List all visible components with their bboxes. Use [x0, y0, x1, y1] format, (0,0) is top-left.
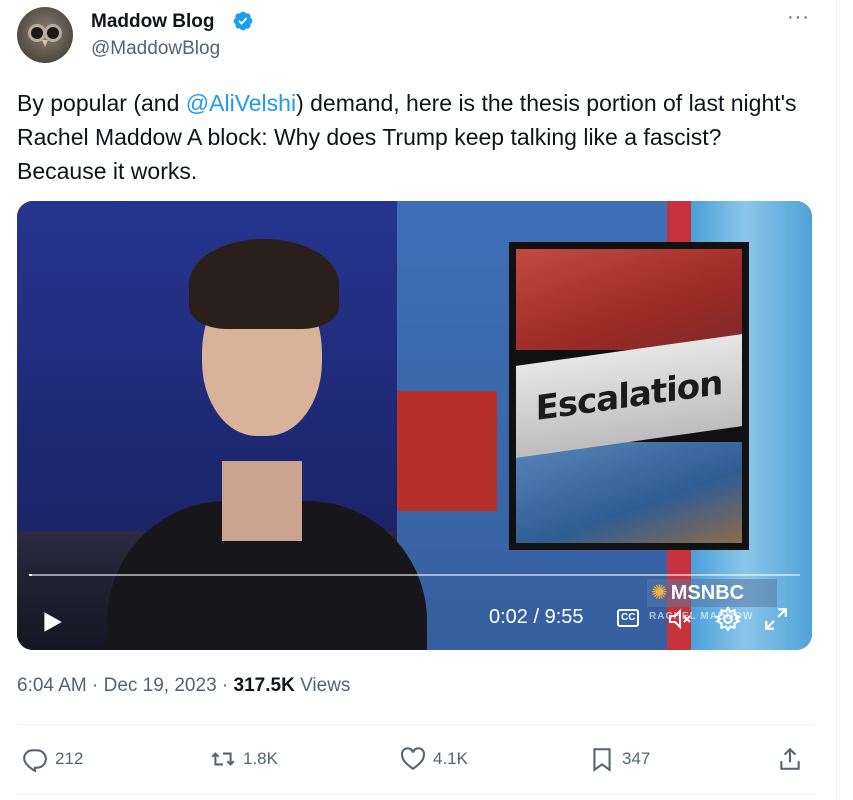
- author-name[interactable]: Maddow Blog: [91, 11, 214, 33]
- share-button[interactable]: [777, 745, 810, 773]
- tweet-time[interactable]: 6:04 AM: [17, 675, 87, 696]
- bookmark-button[interactable]: 347: [589, 745, 650, 773]
- divider-bottom: [17, 794, 814, 795]
- divider: [17, 724, 814, 725]
- video-player[interactable]: Escalation 0:02 / 9:55 CC ✺ MSNBC RACHEL …: [17, 201, 812, 650]
- video-time: 0:02 / 9:55: [489, 606, 584, 628]
- graphic-white-band: Escalation: [516, 334, 742, 458]
- views-count: 317.5K: [233, 675, 295, 696]
- like-count: 4.1K: [433, 749, 468, 768]
- peacock-icon: ✺: [651, 582, 668, 604]
- mention-link[interactable]: @AliVelshi: [186, 90, 296, 116]
- author-avatar[interactable]: [17, 7, 73, 63]
- fullscreen-icon[interactable]: [763, 606, 789, 632]
- tweet-text-before: By popular (and: [17, 90, 186, 116]
- owl-beak: [42, 40, 48, 47]
- more-options-icon[interactable]: ···: [787, 6, 810, 29]
- tweet-text: By popular (and @AliVelshi) demand, here…: [17, 86, 807, 188]
- escalation-graphic: Escalation: [509, 242, 749, 550]
- tweet-meta: 6:04 AM · Dec 19, 2023 · 317.5K Views: [17, 675, 350, 697]
- repost-button[interactable]: 1.8K: [210, 745, 278, 773]
- reply-count: 212: [55, 749, 84, 768]
- like-button[interactable]: 4.1K: [400, 745, 468, 773]
- mute-icon[interactable]: [667, 607, 693, 631]
- presenter-hair: [189, 239, 339, 329]
- bookmark-count: 347: [622, 749, 651, 768]
- graphic-red-band: [516, 249, 742, 350]
- author-handle[interactable]: @MaddowBlog: [91, 38, 220, 60]
- repost-icon: [211, 752, 235, 766]
- captions-icon[interactable]: CC: [617, 609, 640, 627]
- settings-gear-icon[interactable]: [715, 606, 741, 632]
- network-logo-text: MSNBC: [670, 582, 745, 604]
- owl-eye-left: [31, 27, 43, 39]
- play-icon[interactable]: [39, 609, 65, 635]
- meta-separator-2: ·: [216, 675, 234, 696]
- owl-eye-right: [47, 27, 59, 39]
- repost-count: 1.8K: [243, 749, 278, 768]
- share-icon: [780, 747, 800, 770]
- views-label: Views: [300, 675, 351, 696]
- graphic-label: Escalation: [535, 362, 723, 430]
- bookmark-icon: [593, 748, 611, 772]
- timeline-border: [836, 0, 837, 800]
- studio-red-panel: [397, 391, 497, 511]
- tweet-date[interactable]: Dec 19, 2023: [104, 675, 217, 696]
- msnbc-logo: ✺ MSNBC: [647, 579, 777, 607]
- meta-separator: ·: [86, 675, 104, 696]
- progress-track[interactable]: [29, 574, 800, 576]
- graphic-blue-band: [516, 442, 742, 543]
- progress-fill: [29, 574, 32, 576]
- reply-button[interactable]: 212: [22, 745, 83, 773]
- reply-icon: [23, 749, 47, 772]
- presenter-neck: [222, 461, 302, 541]
- verified-badge-icon[interactable]: [232, 10, 254, 32]
- heart-icon: [401, 747, 425, 771]
